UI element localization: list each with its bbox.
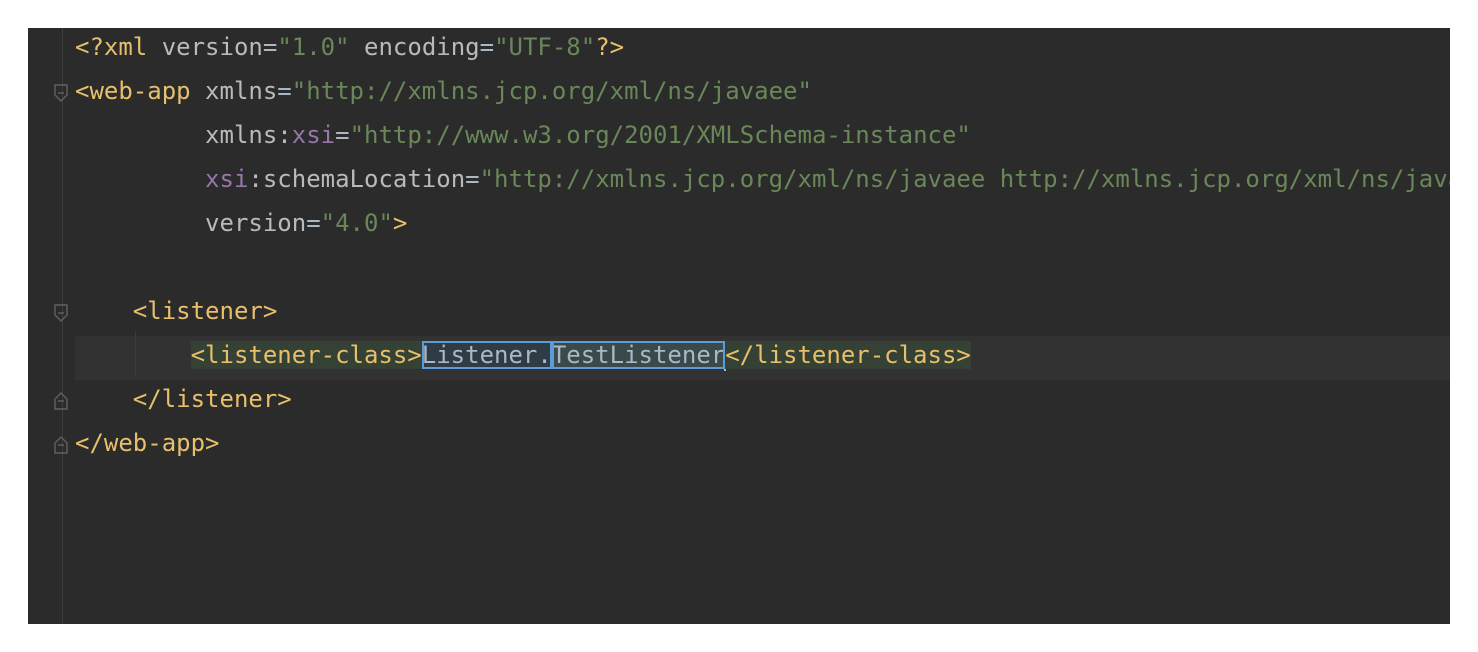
code-token: Listener. <box>421 341 552 369</box>
editor-gutter[interactable] <box>28 28 68 624</box>
code-token: </listener> <box>132 385 292 413</box>
code-token: encoding <box>364 33 480 61</box>
code-line[interactable]: xsi:schemaLocation="http://xmlns.jcp.org… <box>75 160 1450 204</box>
fold-collapse-icon[interactable] <box>54 304 68 322</box>
code-token: <listener-class> <box>190 341 422 369</box>
code-token: "http://xmlns.jcp.org/xml/ns/javaee" <box>291 77 812 105</box>
code-line[interactable] <box>75 248 1450 292</box>
code-line[interactable]: version="4.0"> <box>75 204 1450 248</box>
code-token: "http://www.w3.org/2001/XMLSchema-instan… <box>349 121 971 149</box>
code-editor[interactable]: <?xml version="1.0" encoding="UTF-8"?> <w… <box>28 28 1450 624</box>
code-token: "4.0" <box>320 209 393 237</box>
code-token: xsi <box>291 121 336 149</box>
code-area[interactable]: <?xml version="1.0" encoding="UTF-8"?> <w… <box>75 28 1450 624</box>
fold-end-icon[interactable] <box>54 436 68 454</box>
code-token: = <box>277 77 292 105</box>
code-token: TestListener <box>551 341 726 369</box>
code-line[interactable]: <?xml version="1.0" encoding="UTF-8"?> <box>75 28 1450 72</box>
code-token: version <box>161 33 263 61</box>
code-token: = <box>262 33 278 61</box>
code-token: xsi <box>205 165 249 193</box>
code-token: </listener-class> <box>725 341 971 369</box>
gutter-marker-icon <box>28 89 30 97</box>
code-token: = <box>306 209 321 237</box>
code-line[interactable]: <listener> <box>75 292 1450 336</box>
code-token: = <box>479 33 495 61</box>
code-token: > <box>392 209 408 237</box>
fold-collapse-icon[interactable] <box>54 84 68 102</box>
code-token: xmlns <box>205 77 278 105</box>
code-token: <?xml <box>75 33 162 61</box>
code-line[interactable]: </listener> <box>75 380 1450 424</box>
code-token: "UTF-8" <box>494 33 596 61</box>
code-line[interactable]: </web-app> <box>75 424 1450 468</box>
code-token: <listener> <box>132 297 278 325</box>
fold-end-icon[interactable] <box>54 392 68 410</box>
code-token: ?> <box>595 33 625 61</box>
code-line[interactable]: xmlns:xsi="http://www.w3.org/2001/XMLSch… <box>75 116 1450 160</box>
code-line-current[interactable]: <listener-class>Listener.TestListener</l… <box>75 336 1450 380</box>
code-token: = <box>335 121 350 149</box>
code-token: :schemaLocation <box>248 165 466 193</box>
code-token: = <box>465 165 480 193</box>
code-token: "1.0" <box>277 33 350 61</box>
code-token: </web-app> <box>75 429 220 457</box>
code-token: version <box>205 209 307 237</box>
code-line[interactable]: <web-app xmlns="http://xmlns.jcp.org/xml… <box>75 72 1450 116</box>
indent-guide <box>135 332 136 376</box>
code-token: "http://xmlns.jcp.org/xml/ns/javaee http… <box>479 165 1450 193</box>
code-token: xmlns: <box>205 121 292 149</box>
code-token: <web-app <box>75 77 206 105</box>
